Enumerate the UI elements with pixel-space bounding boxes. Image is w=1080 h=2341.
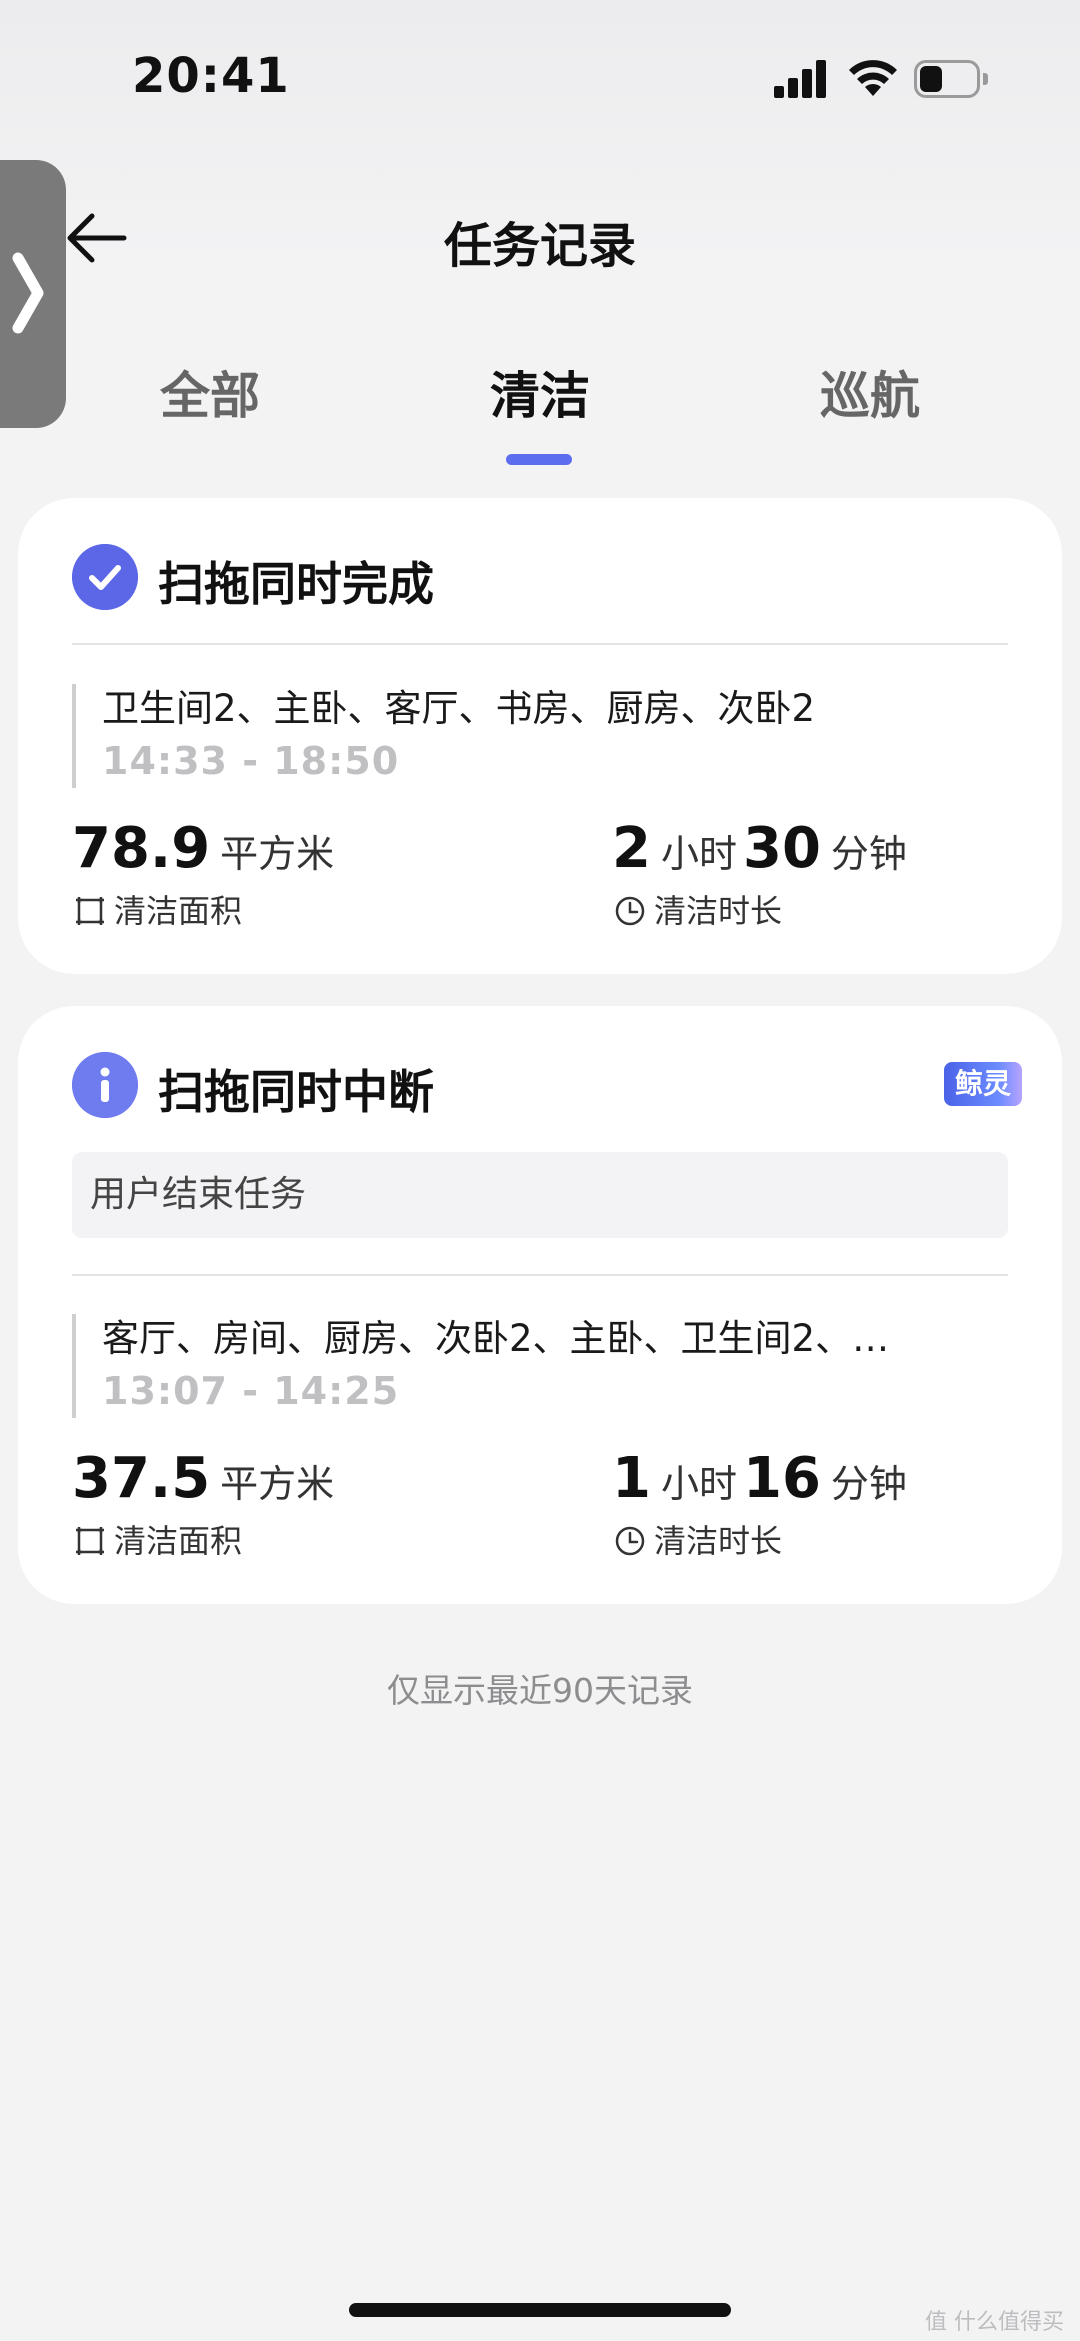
area-value: 37.5 <box>72 1446 211 1511</box>
area-stat: 78.9 平方米 <box>72 816 340 881</box>
brand-badge: 鲸灵 <box>944 1062 1022 1106</box>
clock-icon <box>615 1526 645 1556</box>
wifi-icon <box>849 60 897 96</box>
area-stat: 37.5 平方米 <box>72 1446 340 1511</box>
area-icon <box>76 897 104 925</box>
divider <box>72 1274 1008 1276</box>
active-tab-indicator <box>506 454 572 465</box>
record-card[interactable]: 扫拖同时中断 鲸灵 用户结束任务 客厅、房间、厨房、次卧2、主卧、卫生间2、… … <box>18 1006 1062 1604</box>
area-icon <box>76 1527 104 1555</box>
status-bar: 20:41 <box>0 0 1080 150</box>
duration-stat: 1 小时 16 分钟 <box>612 1446 913 1511</box>
tab-bar: 全部 清洁 巡航 <box>0 356 1080 466</box>
check-icon <box>72 544 138 610</box>
time-range: 14:33 - 18:50 <box>102 739 400 783</box>
duration-minutes: 16 <box>742 1446 821 1511</box>
watermark: 值 什么值得买 <box>925 2310 1064 2335</box>
battery-icon <box>914 60 988 98</box>
rooms-block: 客厅、房间、厨房、次卧2、主卧、卫生间2、… 13:07 - 14:25 <box>72 1314 1002 1418</box>
area-label-text: 清洁面积 <box>114 1522 243 1560</box>
area-label: 清洁面积 <box>74 886 242 932</box>
divider <box>72 643 1008 645</box>
info-icon <box>72 1052 138 1118</box>
time-range: 13:07 - 14:25 <box>102 1369 400 1413</box>
tab-all[interactable]: 全部 <box>90 356 330 428</box>
status-time: 20:41 <box>132 48 290 104</box>
hours-unit: 小时 <box>660 832 737 876</box>
hours-unit: 小时 <box>660 1462 737 1506</box>
home-indicator[interactable] <box>349 2303 731 2317</box>
tab-clean[interactable]: 清洁 <box>420 356 660 428</box>
record-title: 扫拖同时中断 <box>158 1065 434 1119</box>
area-unit: 平方米 <box>220 1462 335 1506</box>
clock-icon <box>615 896 645 926</box>
duration-minutes: 30 <box>742 816 821 881</box>
area-unit: 平方米 <box>220 832 335 876</box>
duration-label-text: 清洁时长 <box>654 892 783 930</box>
minutes-unit: 分钟 <box>830 832 907 876</box>
tab-cruise[interactable]: 巡航 <box>750 356 990 428</box>
room-list: 卫生间2、主卧、客厅、书房、厨房、次卧2 <box>102 687 816 730</box>
record-title: 扫拖同时完成 <box>158 557 434 611</box>
duration-hours: 1 <box>612 1446 651 1511</box>
duration-hours: 2 <box>612 816 651 881</box>
duration-label-text: 清洁时长 <box>654 1522 783 1560</box>
minutes-unit: 分钟 <box>830 1462 907 1506</box>
cellular-signal-icon <box>774 58 830 98</box>
page-title: 任务记录 <box>443 218 636 274</box>
record-card[interactable]: 扫拖同时完成 卫生间2、主卧、客厅、书房、厨房、次卧2 14:33 - 18:5… <box>18 498 1062 974</box>
area-value: 78.9 <box>72 816 211 881</box>
task-records-screen: 20:41 任务记录 全部 清洁 巡航 扫拖同时完成 卫生间2、主卧、客厅、书房… <box>0 0 1080 2341</box>
stop-reason: 用户结束任务 <box>72 1152 1008 1238</box>
area-label: 清洁面积 <box>74 1516 242 1562</box>
room-list: 客厅、房间、厨房、次卧2、主卧、卫生间2、… <box>102 1317 890 1360</box>
duration-label: 清洁时长 <box>614 886 782 932</box>
duration-stat: 2 小时 30 分钟 <box>612 816 913 881</box>
rooms-block: 卫生间2、主卧、客厅、书房、厨房、次卧2 14:33 - 18:50 <box>72 684 1002 788</box>
area-label-text: 清洁面积 <box>114 892 243 930</box>
history-limit-note: 仅显示最近90天记录 <box>387 1671 693 1710</box>
duration-label: 清洁时长 <box>614 1516 782 1562</box>
